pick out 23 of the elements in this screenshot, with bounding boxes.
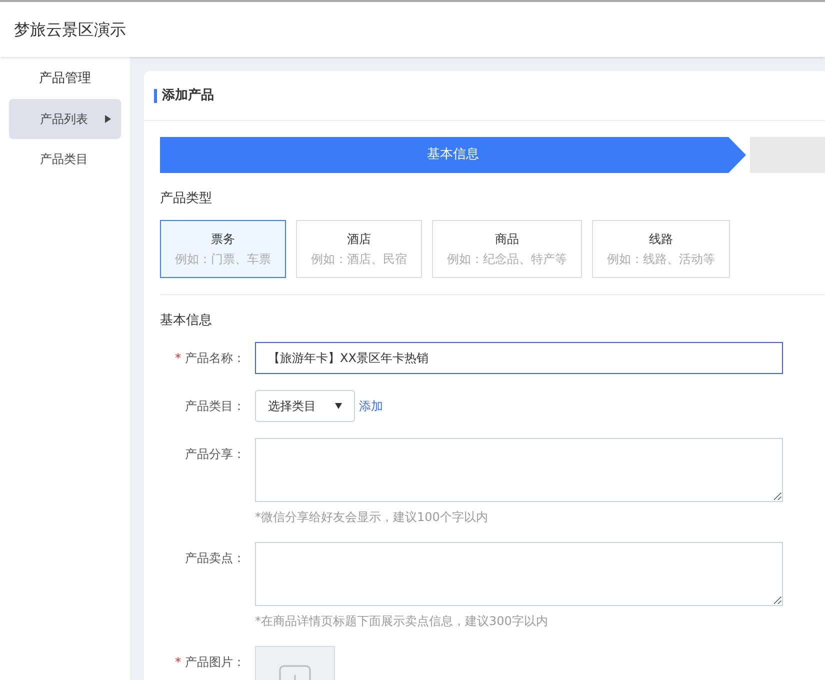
product-name-input[interactable]: 【旅游年卡】XX景区年卡热销 (255, 342, 783, 374)
required-mark: * (175, 350, 181, 367)
sidebar-item[interactable]: 产品类目 (9, 138, 121, 178)
hint-text: *微信分享给好友会显示，建议100个字以内 (255, 509, 489, 526)
sidebar-heading: 产品管理 (38, 70, 92, 88)
field-label: 产品类目： (185, 398, 245, 415)
section-heading: 基本信息 (160, 312, 212, 328)
product-type-option[interactable]: 酒店 例如：酒店、民宿 (296, 220, 422, 278)
section-heading: 产品类型 (160, 191, 212, 206)
field-label: 产品名称： (185, 350, 245, 367)
card-title: 添加产品 (154, 88, 214, 102)
add-link[interactable]: 添加 (359, 397, 383, 415)
field-label: 产品卖点： (185, 550, 245, 567)
field-label: 产品分享： (185, 446, 245, 463)
product-type-option[interactable]: 商品 例如：纪念品、特产等 (432, 220, 582, 278)
app-title: 梦旅云景区演示 (14, 18, 126, 40)
product-type-option[interactable]: 线路 例如：线路、活动等 (592, 220, 730, 278)
product-type-option[interactable]: 票务 例如：门票、车票 (160, 220, 286, 278)
required-mark: * (175, 654, 181, 671)
category-select[interactable]: 选择类目 (255, 390, 355, 422)
field-label: 产品图片： (185, 654, 245, 671)
sidebar-item[interactable]: 产品列表 (9, 98, 121, 138)
hint-text: *在商品详情页标题下面展示卖点信息，建议300字以内 (255, 613, 549, 630)
